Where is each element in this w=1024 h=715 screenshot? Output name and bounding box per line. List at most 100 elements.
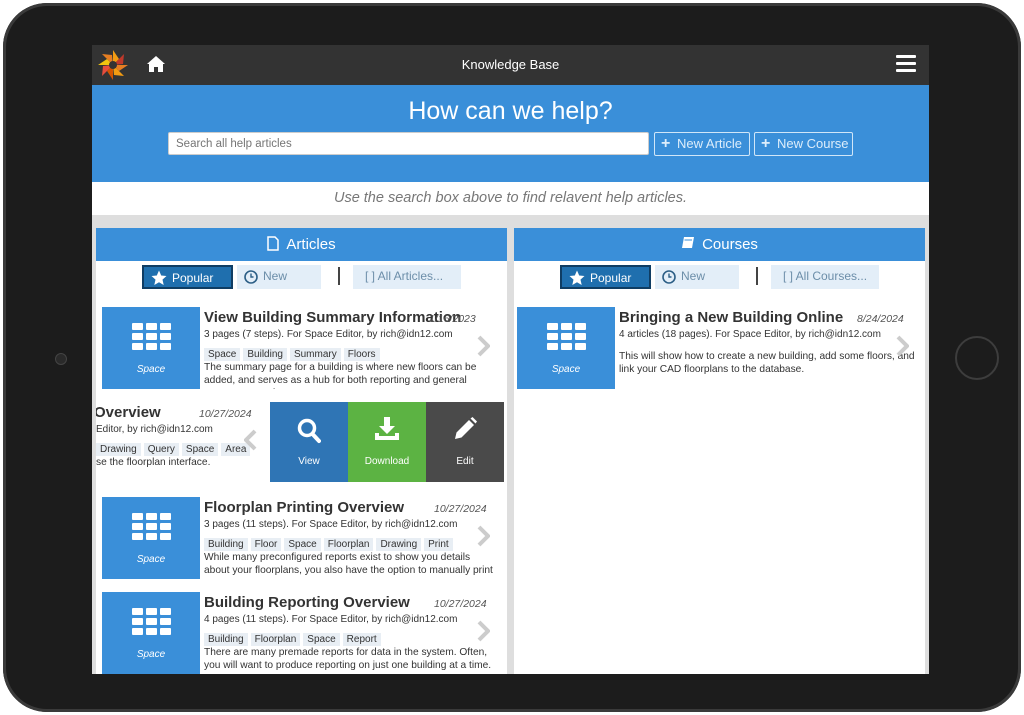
chevron-right-icon[interactable] [476,620,490,642]
hero-title: How can we help? [408,97,613,125]
tag[interactable]: Floors [343,348,380,361]
tag[interactable]: Building [243,348,287,361]
tag[interactable]: Building [204,538,248,551]
course-title[interactable]: Bringing a New Building Online [619,309,843,326]
tab-label: Popular [172,271,214,285]
article-title[interactable]: Overview [96,404,161,421]
tag[interactable]: Space [284,538,321,551]
tag[interactable]: Space [181,443,219,456]
new-course-label: New Course [777,136,849,151]
tag[interactable]: Floor [250,538,282,551]
chevron-right-icon[interactable] [476,525,490,547]
article-thumbnail: Space [102,592,200,674]
tag[interactable]: Floorplan [323,538,374,551]
tag[interactable]: Space [303,633,340,646]
top-bar: Knowledge Base [92,45,929,85]
tag[interactable]: Summary [289,348,341,361]
tag[interactable]: Query [143,443,179,456]
article-date: 10/27/2024 [434,598,487,610]
plus-icon: + [761,135,771,152]
tag[interactable]: Print [424,538,453,551]
category-label: Space [136,364,166,375]
grid-icon [132,608,172,636]
article-title[interactable]: View Building Summary Information [204,309,461,326]
new-article-button[interactable]: + New Article [654,132,750,156]
download-icon [375,417,399,440]
search-icon [297,418,321,443]
article-meta: 3 pages (7 steps). For Space Editor, by … [204,329,453,340]
search-hero: How can we help? + New Article + New Cou… [92,85,929,182]
article-title[interactable]: Floorplan Printing Overview [204,499,404,516]
tag[interactable]: Report [342,633,381,646]
course-card[interactable]: Space Bringing a New Building Online 8/2… [514,307,925,397]
edit-button[interactable]: Edit [426,402,504,482]
course-description: This will show how to create a new build… [619,351,915,375]
article-description: se the floorplan interface. [96,457,211,468]
tab-label: New [681,269,706,283]
tag[interactable]: Drawing [376,538,422,551]
courses-panel: Courses Popular New [ ] All Courses... S… [514,228,925,674]
view-label: View [298,456,320,467]
app-title: Knowledge Base [461,57,560,72]
download-button[interactable]: Download [348,402,426,482]
tab-label: Popular [590,271,632,285]
hamburger-menu-icon[interactable] [896,55,916,73]
article-description: There are many premade reports for data … [204,647,492,671]
tab-articles-all[interactable]: [ ] All Articles... [353,265,461,289]
star-icon [151,270,167,285]
grid-icon [132,323,172,351]
article-date: 10/27/2024 [434,503,487,515]
plus-icon: + [661,135,671,152]
article-title[interactable]: Building Reporting Overview [204,594,410,611]
category-label: Space [136,554,166,565]
tag-list: Drawing Query Space Area [96,439,253,457]
pencil-icon [455,417,477,439]
tag[interactable]: Drawing [96,443,141,456]
camera [55,353,67,365]
tag[interactable]: Floorplan [250,633,301,646]
tab-articles-popular[interactable]: Popular [142,265,233,289]
grid-icon [547,323,587,351]
articles-header-label: Articles [286,236,336,253]
article-thumbnail: Space [102,307,200,389]
article-card[interactable]: Space Floorplan Printing Overview 10/27/… [96,497,496,587]
new-course-button[interactable]: + New Course [754,132,853,156]
tag[interactable]: Space [204,348,241,361]
view-button[interactable]: View [270,402,348,482]
clock-icon [662,270,676,284]
search-input[interactable] [168,132,649,155]
category-label: Space [136,649,166,660]
tag-list: Building Floorplan Space Report [204,629,384,647]
book-icon [682,237,695,248]
courses-header: Courses [514,228,925,261]
chevron-left-icon[interactable] [244,429,258,451]
article-actions: View Download Edit [270,402,506,482]
chevron-right-icon[interactable] [895,335,909,357]
tag-list: Space Building Summary Floors [204,344,383,362]
article-card[interactable]: Space View Building Summary Information … [96,307,496,397]
star-icon [569,270,585,285]
screen: Knowledge Base How can we help? + New Ar… [92,45,929,674]
tablet-home-button[interactable] [955,336,999,380]
tab-articles-new[interactable]: New [237,265,321,289]
tab-courses-new[interactable]: New [655,265,739,289]
download-label: Download [364,456,410,467]
article-meta: 4 pages (11 steps). For Space Editor, by… [204,614,458,625]
tab-label: New [263,269,288,283]
tab-divider [756,267,758,285]
article-meta: 3 pages (11 steps). For Space Editor, by… [204,519,458,530]
course-meta: 4 articles (18 pages). For Space Editor,… [619,329,881,340]
article-thumbnail: Space [102,497,200,579]
article-description: The summary page for a building is where… [204,362,477,389]
article-meta: Editor, by rich@idn12.com [96,424,213,435]
new-article-label: New Article [677,136,743,151]
tab-courses-all[interactable]: [ ] All Courses... [771,265,879,289]
tab-divider [338,267,340,285]
tab-courses-popular[interactable]: Popular [560,265,651,289]
tag[interactable]: Building [204,633,248,646]
article-date: 1/16/2023 [429,313,476,325]
article-card[interactable]: Space Building Reporting Overview 10/27/… [96,592,496,674]
articles-panel: Articles Popular New [ ] All Articles...… [96,228,507,674]
grid-icon [132,513,172,541]
chevron-right-icon[interactable] [476,335,490,357]
